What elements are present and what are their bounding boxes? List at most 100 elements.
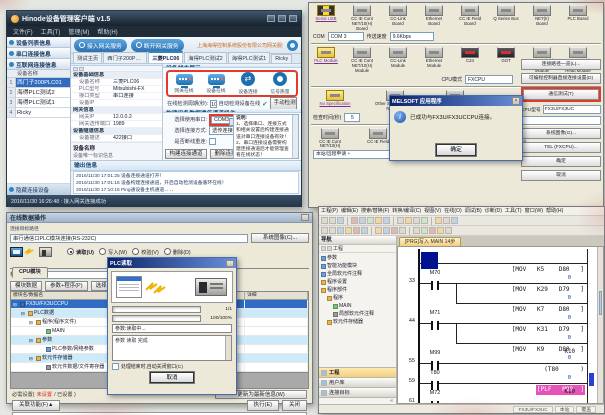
- menu-item[interactable]: 搜索/替换(F): [361, 207, 389, 215]
- sidebar-section-header[interactable]: 串口连接信息: [7, 48, 70, 59]
- interface-option[interactable]: C24: [457, 47, 483, 64]
- device-tab[interactable]: 三菱PLC06: [148, 51, 183, 63]
- expand-icon[interactable]: ⊟: [29, 336, 35, 345]
- tree-item[interactable]: MAIN: [319, 302, 396, 310]
- tel-button[interactable]: TEL (FXCPU)...: [521, 142, 601, 153]
- menu-item[interactable]: 窗口(W): [525, 207, 543, 215]
- interface-option[interactable]: Ethernet Module: [421, 47, 447, 69]
- interface-option[interactable]: Serial USB: [313, 5, 339, 22]
- ladder-rung[interactable]: 61 M72 K10(T84 )0: [398, 389, 596, 404]
- property-row[interactable]: PLC型号Mitsubishi-FX: [71, 86, 162, 93]
- property-row[interactable]: 设备隧道信息: [71, 128, 162, 135]
- route-option[interactable]: CC IE Cont NET/10(H): [313, 128, 347, 150]
- mode-write-radio[interactable]: 写入(W): [99, 248, 127, 256]
- cpu-module-tab[interactable]: CPU模块: [12, 267, 48, 278]
- menu-item[interactable]: 工程(P): [321, 207, 338, 215]
- menu-item[interactable]: 帮助(H): [546, 207, 563, 215]
- maximize-button[interactable]: [278, 15, 286, 22]
- output-log[interactable]: 2016/11/30 17:01:25 设备连接通道打开！2016/11/30 …: [73, 171, 299, 194]
- check-time-field[interactable]: 5: [344, 113, 360, 122]
- toolbar-icon[interactable]: [445, 227, 452, 234]
- toolbar-icon[interactable]: [437, 227, 444, 234]
- property-row[interactable]: 设备名称三菱PLC06: [71, 79, 162, 86]
- nav-tool-icon[interactable]: [327, 246, 332, 251]
- toolbar-icon[interactable]: [421, 227, 428, 234]
- tree-item[interactable]: 局部软元件注释: [319, 310, 396, 318]
- sort-button[interactable]: [73, 67, 78, 71]
- menu-item[interactable]: 转换/编译(C): [392, 207, 421, 215]
- mode-verify-radio[interactable]: 校验(V): [132, 248, 159, 256]
- execute-button[interactable]: 执行(E): [247, 400, 279, 411]
- expand-icon[interactable]: ⊟: [29, 318, 35, 326]
- toolbar-icon[interactable]: [351, 217, 358, 224]
- toolbar-icon[interactable]: [397, 217, 404, 224]
- interface-option[interactable]: CC IE Cont NET/10(H) Module: [349, 47, 375, 73]
- auto-detect-checkbox[interactable]: ✔: [262, 100, 267, 108]
- toolbar-icon[interactable]: [329, 217, 336, 224]
- build-channel-button[interactable]: 构建连接通道: [165, 149, 207, 159]
- ladder-rung[interactable]: 55 M99 K10(T80 )0: [398, 349, 596, 369]
- module-data-button[interactable]: 模块数据: [10, 281, 42, 291]
- dialog-title-bar[interactable]: PLC读取: [108, 258, 236, 268]
- toolbar-icon[interactable]: [337, 217, 344, 224]
- menu-item[interactable]: 文件(F): [13, 27, 33, 36]
- device-tab[interactable]: Ricky: [271, 54, 292, 63]
- disconnect-gateway-button[interactable]: 断开网关服务: [131, 39, 184, 52]
- menu-item[interactable]: 在线(O): [444, 207, 462, 215]
- interface-option[interactable]: PLC Module: [313, 47, 339, 64]
- communication-test-button[interactable]: 通信测试(T): [523, 89, 599, 100]
- mode-read-radio[interactable]: 读取(U): [67, 248, 94, 256]
- property-row[interactable]: 设备描述422接口: [71, 135, 162, 142]
- instruction[interactable]: K10(T84 )0: [543, 389, 585, 404]
- device-tab[interactable]: 海得PLC测试1: [228, 52, 270, 63]
- interface-option[interactable]: CC-Link Board: [385, 5, 411, 27]
- contact[interactable]: M72: [424, 389, 446, 404]
- direct-connection-button[interactable]: 可编程控制器直接连接设置(D): [521, 73, 601, 84]
- property-row[interactable]: 设备基础信息: [71, 72, 162, 79]
- toolbar-icon[interactable]: [413, 217, 420, 224]
- minimize-button[interactable]: [267, 15, 275, 22]
- sidebar-bottom-button[interactable]: 隐藏连接设备: [7, 184, 70, 195]
- tree-item[interactable]: 程序: [319, 294, 396, 302]
- ok-button[interactable]: 确定: [521, 156, 601, 167]
- menu-item[interactable]: 工具(T): [41, 27, 61, 36]
- expand-icon[interactable]: ⊟: [13, 300, 19, 308]
- toolbar-icon[interactable]: [383, 217, 390, 224]
- menu-item[interactable]: 诊断(D): [485, 207, 502, 215]
- ladder-editor[interactable]: [MOV K5 D80 ]0 33 M70 [MOV K29 D79 ]0: [397, 246, 604, 404]
- device-tab[interactable]: 测试主页: [73, 52, 102, 63]
- interface-option[interactable]: NET(II) Board: [529, 5, 555, 27]
- reconnect-checkbox[interactable]: [209, 138, 216, 145]
- property-row[interactable]: 网关信息: [71, 107, 162, 114]
- ok-button[interactable]: 确定: [436, 144, 476, 156]
- toolbar-icon[interactable]: [361, 227, 368, 234]
- property-row[interactable]: 设备IP: [71, 100, 162, 107]
- tree-item[interactable]: 智能功能模块: [319, 262, 396, 270]
- device-list-item[interactable]: 1西门子200PLC01: [7, 78, 70, 88]
- close-button[interactable]: [289, 15, 297, 22]
- device-tab[interactable]: 西门子200PLC01: [103, 52, 147, 63]
- expand-icon[interactable]: ⊟: [21, 309, 27, 318]
- connect-gateway-button[interactable]: 接入网关服务: [74, 39, 127, 52]
- system-image-button[interactable]: 系统图像(G)...: [521, 128, 601, 139]
- nav-switch-button[interactable]: 用户库: [319, 377, 396, 387]
- toolbar-icon[interactable]: [367, 217, 374, 224]
- property-row[interactable]: 网关IP12.0.0.2: [71, 114, 162, 121]
- interface-option[interactable]: CC-Link Module: [385, 47, 411, 69]
- nav-switch-button[interactable]: 工程: [319, 367, 396, 377]
- station-option[interactable]: No Specification: [313, 90, 357, 107]
- edit-cursor[interactable]: [421, 252, 438, 269]
- cancel-button[interactable]: 取消: [150, 372, 194, 383]
- toolbar-icon[interactable]: [443, 217, 450, 224]
- dialog-title-bar[interactable]: 在线数据操作: [7, 213, 312, 223]
- dialog-title-bar[interactable]: MELSOFT 应用程序 ×: [390, 96, 522, 106]
- tree-item[interactable]: 程序设置: [319, 278, 396, 286]
- auto-close-checkbox[interactable]: [112, 363, 119, 370]
- ladder-rung[interactable]: [MOV K5 D80 ]0: [398, 249, 596, 269]
- nav-collapse-button[interactable]: «: [319, 397, 396, 404]
- close-dialog-button[interactable]: 关闭: [282, 400, 307, 411]
- mode-delete-radio[interactable]: 删除(D): [164, 248, 191, 256]
- tree-item[interactable]: 软元件存储器: [319, 318, 396, 326]
- ladder-document-tab[interactable]: [PRG]写入 MAIN 14步: [399, 237, 461, 246]
- toolbar-icon[interactable]: [375, 227, 382, 234]
